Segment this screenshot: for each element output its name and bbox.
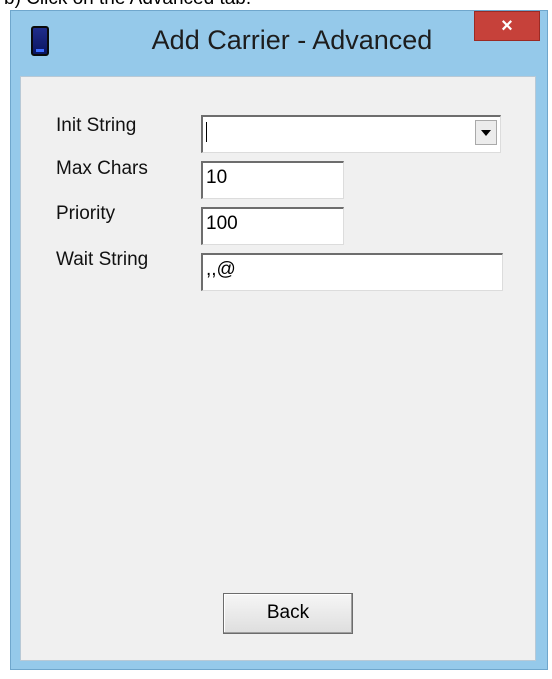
title-bar[interactable]: Add Carrier - Advanced × [11, 11, 547, 76]
dialog-body: Init String Max Chars 10 Priority 100 Wa… [20, 76, 536, 661]
page-caption: b) Click on the Advanced tab. [0, 0, 552, 10]
wait-string-label: Wait String [56, 249, 149, 270]
init-string-combobox[interactable] [201, 115, 501, 153]
priority-field[interactable]: 100 [201, 207, 344, 245]
back-button[interactable]: Back [223, 593, 353, 634]
max-chars-label: Max Chars [56, 158, 148, 179]
init-string-label: Init String [56, 115, 137, 136]
dialog-window: Add Carrier - Advanced × Init String Max… [10, 10, 548, 670]
max-chars-field[interactable]: 10 [201, 161, 344, 199]
wait-string-field[interactable]: ,,@ [201, 253, 503, 291]
text-caret [206, 121, 207, 142]
close-button[interactable]: × [474, 11, 540, 41]
priority-label: Priority [56, 203, 116, 224]
window-title: Add Carrier - Advanced [151, 25, 433, 55]
dropdown-arrow-icon[interactable] [475, 120, 497, 145]
page-caption-text: b) Click on the Advanced tab. [4, 0, 251, 10]
